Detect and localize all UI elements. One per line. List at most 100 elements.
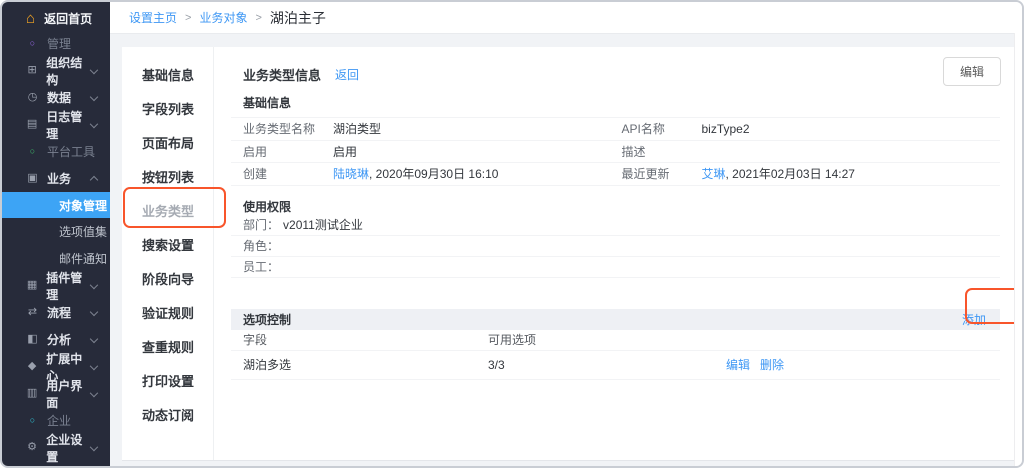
tab-print-settings[interactable]: 打印设置 (122, 365, 213, 399)
sidebar-item-platform-tools[interactable]: ○ 平台工具 (2, 138, 110, 165)
dept-value: v2011测试企业 (283, 216, 363, 233)
sidebar-item-label: 插件管理 (46, 269, 91, 303)
business-type-name-value: 湖泊类型 (333, 120, 381, 137)
api-name-value: bizType2 (702, 122, 750, 136)
role-label: 角色： (243, 237, 279, 254)
tab-validation-rules[interactable]: 验证规则 (122, 297, 213, 331)
sidebar-item-label: 用户界面 (46, 377, 91, 411)
sidebar-item-label: 组织结构 (46, 54, 91, 88)
option-control-header-band: 选项控制 添加 (231, 309, 1000, 330)
extension-icon: ◆ (26, 361, 38, 372)
field-name-cell: 湖泊多选 (243, 356, 488, 373)
table-row: 湖泊多选 3/3 编辑 删除 (231, 351, 1000, 380)
workflow-icon: ⇄ (26, 307, 39, 318)
sidebar-item-user-interface[interactable]: ▥ 用户界面 (2, 380, 110, 407)
sidebar-item-label: 企业 (47, 412, 71, 429)
chevron-down-icon (90, 280, 98, 288)
tab-search-settings[interactable]: 搜索设置 (122, 229, 213, 263)
sidebar-item-label: 平台工具 (47, 143, 95, 160)
column-available-options: 可用选项 (488, 331, 726, 348)
circle-icon: ○ (26, 39, 39, 48)
sidebar-item-label: 管理 (47, 35, 71, 52)
basic-info-header: 基础信息 (231, 94, 1000, 111)
tab-field-list[interactable]: 字段列表 (122, 93, 213, 127)
main-sidebar: ⌂ 返回首页 ○ 管理 ⊞ 组织结构 ◷ 数据 ▤ 日志管理 ○ 平台工具 ▣ (2, 2, 110, 466)
clock-icon: ◷ (26, 92, 39, 103)
analysis-icon: ◧ (26, 334, 39, 345)
sidebar-item-object-management[interactable]: 对象管理 (2, 192, 110, 218)
basic-info-grid: 业务类型名称 湖泊类型 API名称 bizType2 启用 启用 描述 (231, 117, 1000, 186)
edit-button[interactable]: 编辑 (943, 57, 1001, 86)
home-icon: ⌂ (26, 11, 35, 26)
org-structure-icon: ⊞ (26, 65, 38, 76)
chevron-down-icon (90, 92, 98, 100)
sidebar-item-log-management[interactable]: ▤ 日志管理 (2, 111, 110, 138)
breadcrumb-separator: > (255, 12, 261, 24)
home-label: 返回首页 (44, 10, 92, 27)
permissions-header: 使用权限 (231, 198, 1000, 215)
field-label: 描述 (622, 143, 702, 160)
sidebar-item-business[interactable]: ▣ 业务 (2, 165, 110, 192)
business-icon: ▣ (26, 173, 39, 184)
breadcrumb-business-objects[interactable]: 业务对象 (199, 9, 247, 26)
page-title: 业务类型信息 (243, 65, 321, 84)
column-field: 字段 (243, 331, 488, 348)
sidebar-item-plugin-management[interactable]: ▦ 插件管理 (2, 272, 110, 299)
sidebar-item-enterprise-settings[interactable]: ⚙ 企业设置 (2, 434, 110, 461)
breadcrumb-separator: > (185, 12, 191, 24)
options-count-cell: 3/3 (488, 358, 726, 372)
sidebar-item-option-value-set[interactable]: 选项值集 (2, 218, 110, 245)
sidebar-item-org-structure[interactable]: ⊞ 组织结构 (2, 57, 110, 84)
tab-stage-wizard[interactable]: 阶段向导 (122, 263, 213, 297)
field-label: 业务类型名称 (243, 120, 333, 137)
back-link[interactable]: 返回 (335, 66, 359, 83)
created-by-user-link[interactable]: 陆晓琳 (333, 165, 369, 182)
detail-panel: 编辑 业务类型信息 返回 基础信息 业务类型名称 湖泊类型 API名称 bizT… (215, 47, 1014, 460)
gear-icon: ⚙ (26, 442, 38, 453)
row-edit-link[interactable]: 编辑 (726, 356, 750, 373)
chevron-down-icon (90, 361, 98, 369)
main-card: 基础信息 字段列表 页面布局 按钮列表 业务类型 搜索设置 阶段向导 验证规则 … (122, 47, 1014, 461)
sidebar-subitem-label: 对象管理 (59, 197, 107, 214)
sidebar-item-label: 流程 (47, 304, 71, 321)
chevron-down-icon (90, 65, 98, 73)
tab-dynamic-subscription[interactable]: 动态订阅 (122, 399, 213, 433)
chevron-down-icon (90, 334, 98, 342)
field-label: 创建 (243, 165, 333, 182)
breadcrumb-settings-home[interactable]: 设置主页 (129, 9, 177, 26)
sidebar-item-label: 日志管理 (46, 108, 91, 142)
circle-icon: ○ (26, 416, 39, 425)
tab-dedupe-rules[interactable]: 查重规则 (122, 331, 213, 365)
add-link[interactable]: 添加 (962, 311, 986, 328)
chevron-up-icon (90, 176, 98, 184)
enabled-value: 启用 (333, 143, 357, 160)
log-icon: ▤ (26, 119, 38, 130)
sidebar-item-label: 数据 (47, 89, 71, 106)
object-settings-menu: 基础信息 字段列表 页面布局 按钮列表 业务类型 搜索设置 阶段向导 验证规则 … (122, 47, 214, 460)
sidebar-home-link[interactable]: ⌂ 返回首页 (2, 6, 110, 30)
scrollbar-track[interactable] (1014, 33, 1022, 466)
chevron-down-icon (90, 388, 98, 396)
updated-by-user-link[interactable]: 艾琳 (702, 165, 726, 182)
sidebar-item-label: 企业设置 (46, 431, 91, 465)
tab-basic-info[interactable]: 基础信息 (122, 59, 213, 93)
option-table-header: 字段 可用选项 (231, 330, 1000, 351)
chevron-down-icon (90, 119, 98, 127)
sidebar-item-workflow[interactable]: ⇄ 流程 (2, 299, 110, 326)
dept-label: 部门： (243, 216, 279, 233)
sidebar-item-label: 分析 (47, 331, 71, 348)
chevron-down-icon (90, 307, 98, 315)
tab-button-list[interactable]: 按钮列表 (122, 161, 213, 195)
app-window: ⌂ 返回首页 ○ 管理 ⊞ 组织结构 ◷ 数据 ▤ 日志管理 ○ 平台工具 ▣ (0, 0, 1024, 468)
tab-page-layout[interactable]: 页面布局 (122, 127, 213, 161)
chevron-down-icon (90, 442, 98, 450)
window-frame: ⌂ 返回首页 ○ 管理 ⊞ 组织结构 ◷ 数据 ▤ 日志管理 ○ 平台工具 ▣ (0, 0, 1024, 468)
tab-business-type[interactable]: 业务类型 (122, 195, 213, 229)
circle-icon: ○ (26, 147, 39, 156)
field-label: API名称 (622, 120, 702, 137)
updated-time: , 2021年02月03日 14:27 (726, 165, 855, 182)
row-delete-link[interactable]: 删除 (760, 356, 784, 373)
plugin-icon: ▦ (26, 280, 38, 291)
field-label: 启用 (243, 143, 333, 160)
ui-icon: ▥ (26, 388, 38, 399)
